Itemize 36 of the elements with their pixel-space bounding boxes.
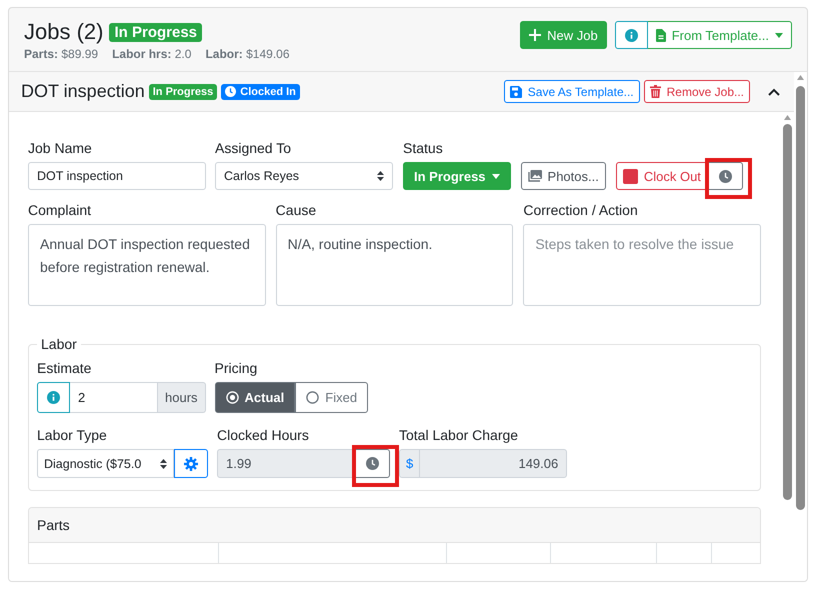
jobs-title: Jobs (2) <box>24 19 104 45</box>
summary-stat: Parts: $89.99 <box>24 47 98 61</box>
clocked-in-badge: Clocked In <box>221 84 300 100</box>
pricing-option[interactable]: Fixed <box>295 382 368 413</box>
field-label: Status <box>403 140 444 156</box>
cause-textarea[interactable]: N/A, routine inspection. <box>276 224 514 306</box>
clock-out-button[interactable]: Clock Out <box>616 162 708 190</box>
remove-job-button[interactable]: Remove Job... <box>644 80 750 103</box>
currency-addon: $ <box>399 449 420 478</box>
summary-stat: Labor hrs: 2.0 <box>112 47 192 61</box>
field-label: Cause <box>276 202 318 218</box>
photos-button[interactable]: Photos... <box>520 162 606 190</box>
field-label: Complaint <box>28 202 92 218</box>
field-label: Clocked Hours <box>217 427 310 443</box>
total-labor-field: 149.06 <box>419 449 568 478</box>
field-label: Assigned To <box>215 140 292 156</box>
save-as-template-button[interactable]: Save As Template... <box>504 80 640 103</box>
field-label: Correction / Action <box>523 202 639 218</box>
field-label: Estimate <box>37 360 92 376</box>
clocked-hours-field: 1.99 <box>217 449 355 478</box>
labor-legend: Labor <box>37 336 81 352</box>
job-title: DOT inspection <box>21 81 145 102</box>
field-label: Job Name <box>28 140 93 156</box>
complaint-textarea[interactable]: Annual DOT inspection requested before registration renewal. <box>28 224 266 306</box>
labor-type-select[interactable]: Diagnostic ($75.0 <box>37 449 174 478</box>
job-name-field[interactable]: DOT inspection <box>28 162 206 190</box>
field-label: Pricing <box>214 360 258 376</box>
status-badge: In Progress <box>109 22 202 42</box>
field-label: Total Labor Charge <box>399 427 520 443</box>
pricing-option[interactable]: Actual <box>214 382 296 413</box>
parts-title: Parts <box>37 517 70 533</box>
hours-addon: hours <box>158 382 206 413</box>
summary-stat: Labor: $149.06 <box>205 47 290 61</box>
field-label: Labor Type <box>37 427 108 443</box>
assigned-to-select[interactable]: Carlos Reyes <box>215 162 393 190</box>
status-badge: In Progress <box>148 84 218 100</box>
